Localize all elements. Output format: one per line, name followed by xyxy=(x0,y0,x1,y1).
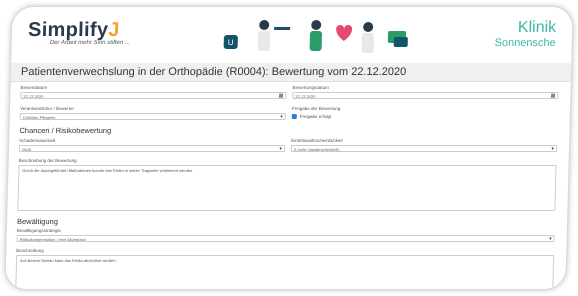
left-date-input[interactable]: 22.12.2020 ▦ xyxy=(20,92,287,100)
clinic-brand: Klinik Sonnensche xyxy=(494,19,556,49)
severity-value: Groß xyxy=(21,147,32,152)
right-date-label: Bewertungsdatum xyxy=(292,85,329,90)
svg-text:U: U xyxy=(228,38,234,47)
left-date-label: Bewertdatum xyxy=(20,85,48,90)
calendar-icon[interactable]: ▦ xyxy=(551,93,556,100)
description-label: Beschreibung der Bewertung xyxy=(18,158,77,163)
strategy-select[interactable]: Risikokompensation / eine Akzeptanz ▾ xyxy=(16,235,555,242)
right-date-value: 22.12.2020 xyxy=(295,94,316,99)
note-label: Beschreibung xyxy=(16,248,44,253)
note-textarea[interactable]: Auf diesem Niveau kann das Risiko akzept… xyxy=(15,255,555,290)
section-chances-heading: Chancen / Risikobewertung xyxy=(19,126,112,135)
release-checkbox[interactable] xyxy=(291,114,297,119)
probability-label: Eintrittswahrscheinlichkeit xyxy=(291,138,343,143)
logo-accent: J xyxy=(108,19,121,41)
right-date-input[interactable]: 22.12.2020 ▦ xyxy=(292,92,559,100)
app-window: SimplifyJ Der Arbeit mehr Sinn stiften .… xyxy=(4,6,574,290)
chevron-down-icon: ▾ xyxy=(549,236,552,242)
probability-value: 0 (sehr unwahrscheinlich) xyxy=(293,147,340,152)
page-title: Patientenverwechslung in der Orthopädie … xyxy=(20,66,407,78)
simplify-logo[interactable]: SimplifyJ Der Arbeit mehr Sinn stiften .… xyxy=(28,19,131,46)
header: SimplifyJ Der Arbeit mehr Sinn stiften .… xyxy=(11,7,573,61)
release-label: Freigabe der Bewertung xyxy=(291,106,341,111)
chevron-down-icon: ▾ xyxy=(279,146,283,152)
responsible-label: Verantwortlicher / Bewerter xyxy=(19,106,75,111)
calendar-icon[interactable]: ▦ xyxy=(279,93,284,100)
strategy-label: Bewältigungsstrategie xyxy=(16,228,61,233)
severity-select[interactable]: Groß ▾ xyxy=(18,145,286,152)
clinic-name-line2: Sonnensche xyxy=(494,37,556,49)
release-checkbox-label: Freigabe erfolgt xyxy=(299,114,332,119)
logo-tagline: Der Arbeit mehr Sinn stiften ... xyxy=(49,40,130,46)
page-title-bar: Patientenverwechslung in der Orthopädie … xyxy=(10,63,572,82)
severity-label: Schadensausmaß xyxy=(19,138,56,143)
strategy-value: Risikokompensation / eine Akzeptanz xyxy=(19,237,86,242)
responsible-value: Christian Pflegerin xyxy=(22,115,56,120)
probability-select[interactable]: 0 (sehr unwahrscheinlich) ▾ xyxy=(290,145,558,152)
responsible-select[interactable]: Christian Pflegerin ▾ xyxy=(19,113,286,120)
clinic-name-line1: Klinik xyxy=(517,19,557,36)
chevron-down-icon: ▾ xyxy=(551,146,555,152)
section-handling-heading: Bewältigung xyxy=(16,217,59,226)
logo-text: Simplify xyxy=(27,19,109,41)
chevron-down-icon: ▾ xyxy=(280,114,283,120)
left-date-value: 22.12.2020 xyxy=(23,94,44,99)
description-textarea[interactable]: Durch die durchgeführten Maßnahmen konnt… xyxy=(17,165,557,211)
header-illustration: U xyxy=(223,20,408,53)
